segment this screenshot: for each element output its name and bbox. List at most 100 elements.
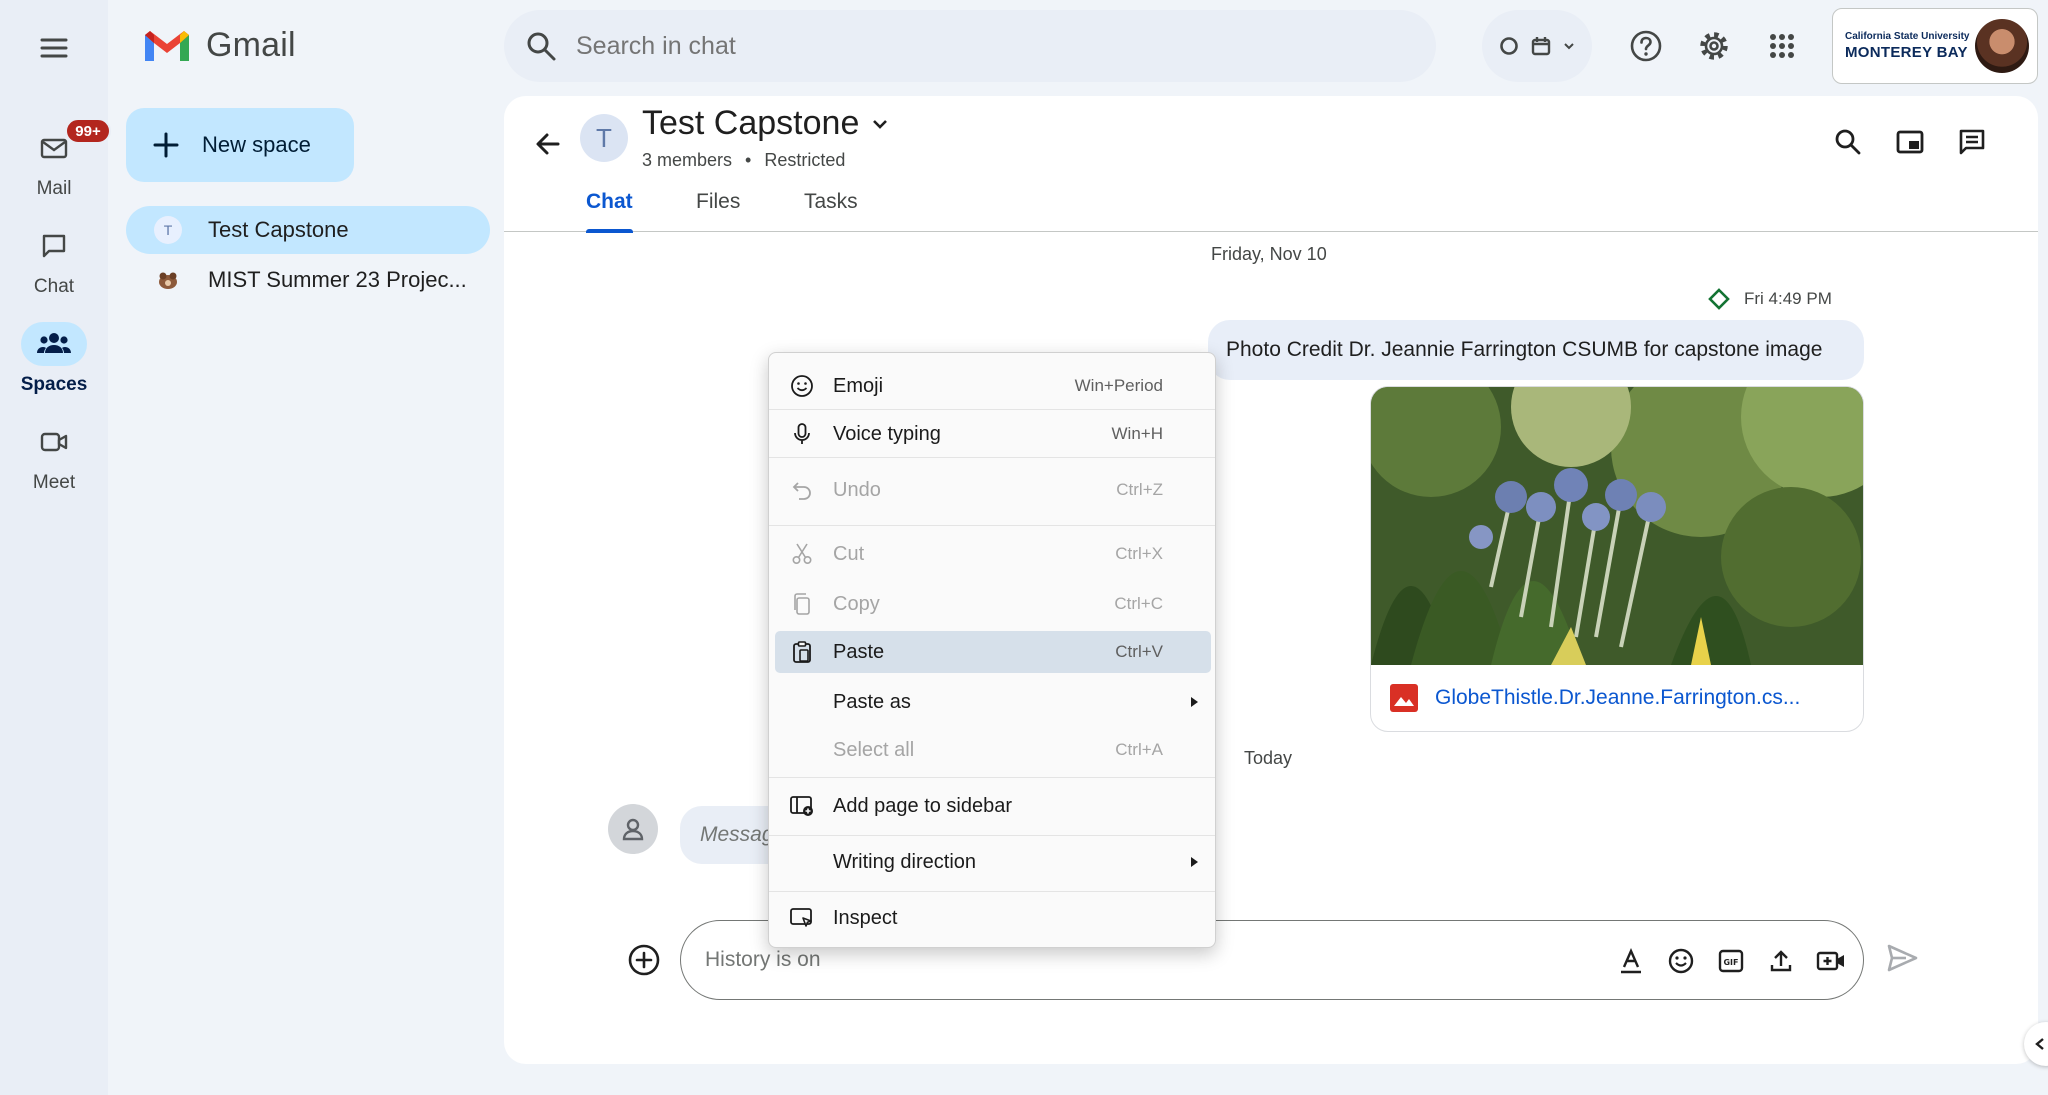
rail-label-chat: Chat [33,276,75,297]
space-item-mist-summer[interactable]: MIST Summer 23 Projec... [126,256,490,304]
tab-tasks[interactable]: Tasks [804,190,858,232]
search-icon[interactable] [524,29,558,63]
sender-avatar[interactable] [608,804,658,854]
menu-item-add-page-to-sidebar[interactable]: Add page to sidebar [775,785,1211,827]
menu-divider [769,835,1215,836]
help-icon[interactable] [1626,26,1666,66]
submenu-arrow-icon [1189,697,1199,707]
space-header-avatar: T [580,114,628,162]
rail-item-spaces[interactable]: Spaces [0,322,108,396]
attachment-name-row[interactable]: GlobeThistle.Dr.Jeanne.Farrington.cs... [1371,665,1863,731]
menu-item-shortcut: Ctrl+C [1114,594,1163,613]
rail-label-meet: Meet [32,472,76,493]
image-attachment[interactable]: GlobeThistle.Dr.Jeanne.Farrington.cs... [1370,386,1864,732]
search-bar[interactable] [504,10,1436,82]
submenu-arrow-icon [1189,857,1199,867]
menu-item-label: Paste [833,640,885,663]
message-text: Photo Credit Dr. Jeannie Farrington CSUM… [1226,338,1823,361]
user-avatar[interactable] [1975,19,2029,73]
menu-item-copy[interactable]: Copy Ctrl+C [775,583,1211,625]
space-avatar: T [154,216,182,244]
unread-count-badge: 99+ [65,118,111,144]
member-count[interactable]: 3 members [642,150,732,170]
menu-item-shortcut: Ctrl+V [1115,642,1163,661]
picture-in-picture-icon[interactable] [1892,124,1928,160]
menu-item-shortcut: Ctrl+Z [1116,480,1163,499]
menu-item-label: Writing direction [833,850,977,873]
apps-grid-icon[interactable] [1762,26,1802,66]
menu-item-select-all[interactable]: Select all Ctrl+A [775,729,1211,771]
rail-label-spaces: Spaces [20,374,88,395]
menu-item-shortcut: Win+H [1111,424,1163,443]
menu-item-emoji[interactable]: Emoji Win+Period [775,365,1211,407]
plus-icon [152,131,180,159]
svg-text:GIF: GIF [1723,958,1738,967]
upload-icon[interactable] [1765,945,1797,977]
undo-icon [789,477,815,503]
message-bubble[interactable]: Photo Credit Dr. Jeannie Farrington CSUM… [1208,320,1864,380]
attachment-thumbnail[interactable] [1371,387,1863,665]
menu-divider [769,891,1215,892]
space-name: MIST Summer 23 Projec... [208,267,467,292]
menu-item-undo[interactable]: Undo Ctrl+Z [775,469,1211,511]
emoji-icon [789,373,815,399]
search-input[interactable] [576,31,1376,61]
space-title-dropdown[interactable]: Test Capstone [642,104,891,143]
subtitle-separator: • [745,150,752,170]
add-video-meeting-icon[interactable] [1815,945,1847,977]
menu-item-label: Paste as [833,690,911,713]
menu-item-label: Undo [833,478,881,501]
add-to-sidebar-icon [789,793,815,819]
org-name-line1: California State University [1845,31,1970,42]
account-switcher[interactable]: California State University MONTEREY BAY [1832,8,2038,84]
new-space-button[interactable]: New space [126,108,354,182]
menu-item-writing-direction[interactable]: Writing direction [775,841,1211,883]
menu-divider [769,777,1215,778]
menu-divider [769,457,1215,458]
menu-item-label: Inspect [833,906,898,929]
back-arrow-icon[interactable] [528,124,568,164]
meet-icon [39,427,69,457]
organization-logo: California State University MONTEREY BAY [1845,31,1970,61]
inspect-icon [789,905,815,931]
menu-item-label: Voice typing [833,422,941,445]
diamond-status-icon [1708,288,1730,310]
search-in-space-icon[interactable] [1830,124,1866,160]
menu-item-label: Copy [833,592,880,615]
space-access-level: Restricted [764,150,846,170]
emoji-icon[interactable] [1665,945,1697,977]
menu-item-paste-as[interactable]: Paste as [775,681,1211,723]
gmail-logo-text: Gmail [206,26,296,64]
message-time: Fri 4:49 PM [1744,289,1832,308]
rail-label-mail: Mail [36,178,72,199]
attachment-file-name[interactable]: GlobeThistle.Dr.Jeanne.Farrington.cs... [1435,686,1800,710]
gmail-logo[interactable]: Gmail [142,26,296,65]
new-space-label: New space [202,132,311,157]
menu-item-inspect[interactable]: Inspect [775,897,1211,939]
text-format-icon[interactable] [1615,945,1647,977]
menu-item-shortcut: Win+Period [1074,376,1163,395]
send-icon[interactable] [1884,940,1924,980]
menu-item-cut[interactable]: Cut Ctrl+X [775,533,1211,575]
rail-item-meet[interactable]: Meet [0,420,108,494]
menu-item-label: Cut [833,542,865,565]
add-content-icon[interactable] [626,942,662,978]
rail-item-mail[interactable]: 99+ Mail [0,118,111,200]
chevron-down-icon [869,113,891,135]
tab-chat[interactable]: Chat [586,190,633,233]
menu-item-paste[interactable]: Paste Ctrl+V [775,631,1211,673]
settings-gear-icon[interactable] [1694,26,1734,66]
tab-files[interactable]: Files [696,190,740,232]
chat-icon [39,231,69,261]
org-name-line2: MONTEREY BAY [1845,44,1968,61]
rail-item-chat[interactable]: Chat [0,224,108,298]
message-input[interactable] [705,948,1555,972]
space-avatar [154,266,182,294]
gif-icon[interactable]: GIF [1715,945,1747,977]
space-item-test-capstone[interactable]: T Test Capstone [126,206,490,254]
threads-icon[interactable] [1954,124,1990,160]
main-menu-icon[interactable] [34,28,74,68]
microphone-icon [789,421,815,447]
menu-item-voice-typing[interactable]: Voice typing Win+H [775,413,1211,455]
status-selector[interactable] [1482,10,1592,82]
